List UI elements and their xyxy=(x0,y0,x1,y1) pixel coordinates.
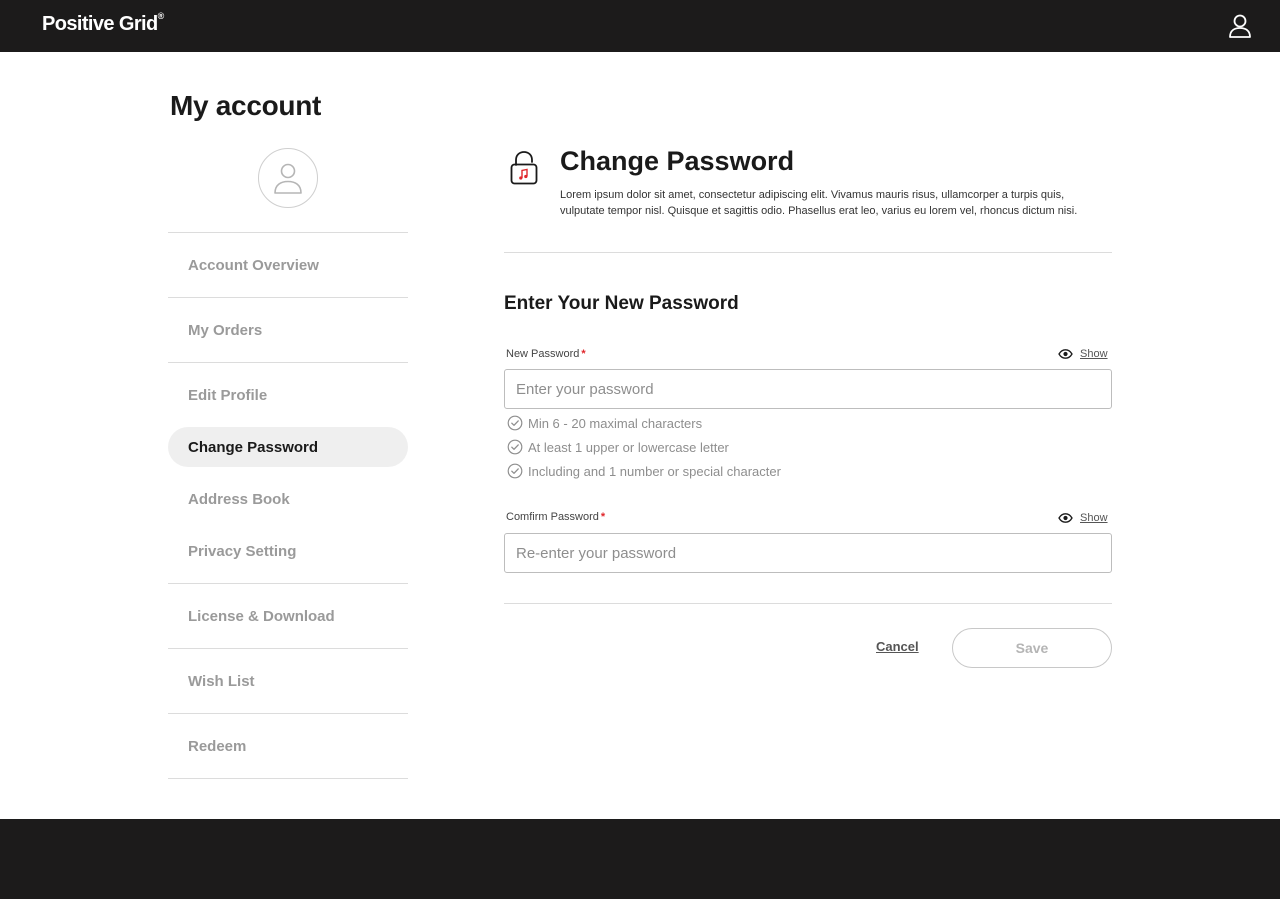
new-password-label: New Password * xyxy=(506,348,586,360)
show-label: Show xyxy=(1080,512,1108,524)
sidebar-item-privacy-setting[interactable]: Privacy Setting xyxy=(168,531,408,571)
required-mark: * xyxy=(600,511,606,523)
password-rule-text: Min 6 - 20 maximal characters xyxy=(528,415,703,431)
avatar[interactable] xyxy=(258,148,318,208)
avatar-icon xyxy=(274,163,302,194)
sidebar-divider xyxy=(168,297,408,298)
sidebar-item-label: Edit Profile xyxy=(188,386,268,404)
sidebar-item-label: License & Download xyxy=(188,607,335,625)
required-mark: * xyxy=(581,348,586,360)
sidebar-divider xyxy=(168,583,408,584)
check-circle-icon xyxy=(507,415,523,431)
sidebar-item-label: My Orders xyxy=(188,321,263,339)
password-rule: At least 1 upper or lowercase letter xyxy=(507,439,729,455)
lock-icon xyxy=(510,151,538,185)
brand-logo[interactable]: Positive Grid® xyxy=(42,11,165,36)
form-title: Enter Your New Password xyxy=(504,293,739,314)
sidebar-item-label: Privacy Setting xyxy=(188,542,297,560)
password-rule: Including and 1 number or special charac… xyxy=(507,463,781,479)
cancel-button[interactable]: Cancel xyxy=(876,639,919,654)
sidebar-item-redeem[interactable]: Redeem xyxy=(168,726,408,766)
sidebar-item-account-overview[interactable]: Account Overview xyxy=(168,245,408,285)
section-title: Change Password xyxy=(560,146,795,176)
show-new-password-button[interactable]: Show xyxy=(1058,348,1108,360)
password-rule-text: Including and 1 number or special charac… xyxy=(528,463,781,479)
sidebar-item-address-book[interactable]: Address Book xyxy=(168,479,408,519)
sidebar-item-license-download[interactable]: License & Download xyxy=(168,596,408,636)
form-divider xyxy=(504,603,1112,604)
sidebar-item-label: Change Password xyxy=(188,438,319,456)
top-navigation-bar: Positive Grid® xyxy=(0,0,1280,52)
confirm-password-input[interactable] xyxy=(504,533,1112,573)
section-description: Lorem ipsum dolor sit amet, consectetur … xyxy=(560,189,1078,217)
sidebar-divider xyxy=(168,232,408,233)
sidebar-item-label: Redeem xyxy=(188,737,247,755)
password-rule: Min 6 - 20 maximal characters xyxy=(507,415,702,431)
sidebar-item-wish-list[interactable]: Wish List xyxy=(168,661,408,701)
user-account-button[interactable] xyxy=(1226,12,1254,40)
password-rule-text: At least 1 upper or lowercase letter xyxy=(528,439,729,455)
sidebar-item-change-password[interactable]: Change Password xyxy=(168,427,408,467)
brand-logo-text: Positive Grid xyxy=(42,13,158,35)
section-divider xyxy=(504,252,1112,253)
new-password-label-text: New Password xyxy=(506,348,580,360)
confirm-password-label-text: Comfirm Password xyxy=(506,511,599,523)
sidebar-divider xyxy=(168,713,408,714)
page-title: My account xyxy=(170,90,322,121)
eye-icon xyxy=(1058,349,1073,359)
eye-icon xyxy=(1058,513,1073,523)
user-icon xyxy=(1229,14,1251,38)
check-circle-icon xyxy=(507,439,523,455)
sidebar-item-my-orders[interactable]: My Orders xyxy=(168,310,408,350)
sidebar-item-label: Account Overview xyxy=(188,256,319,274)
sidebar-divider xyxy=(168,778,408,779)
show-label: Show xyxy=(1080,348,1108,360)
sidebar-divider xyxy=(168,648,408,649)
check-circle-icon xyxy=(507,463,523,479)
sidebar-divider xyxy=(168,362,408,363)
save-button[interactable]: Save xyxy=(952,628,1112,668)
new-password-input[interactable] xyxy=(504,369,1112,409)
confirm-password-label: Comfirm Password * xyxy=(506,511,605,523)
registered-mark: ® xyxy=(157,11,165,22)
show-confirm-password-button[interactable]: Show xyxy=(1058,512,1108,524)
footer xyxy=(0,819,1280,899)
sidebar-item-edit-profile[interactable]: Edit Profile xyxy=(168,375,408,415)
sidebar-item-label: Address Book xyxy=(188,490,290,508)
sidebar-item-label: Wish List xyxy=(188,672,255,690)
